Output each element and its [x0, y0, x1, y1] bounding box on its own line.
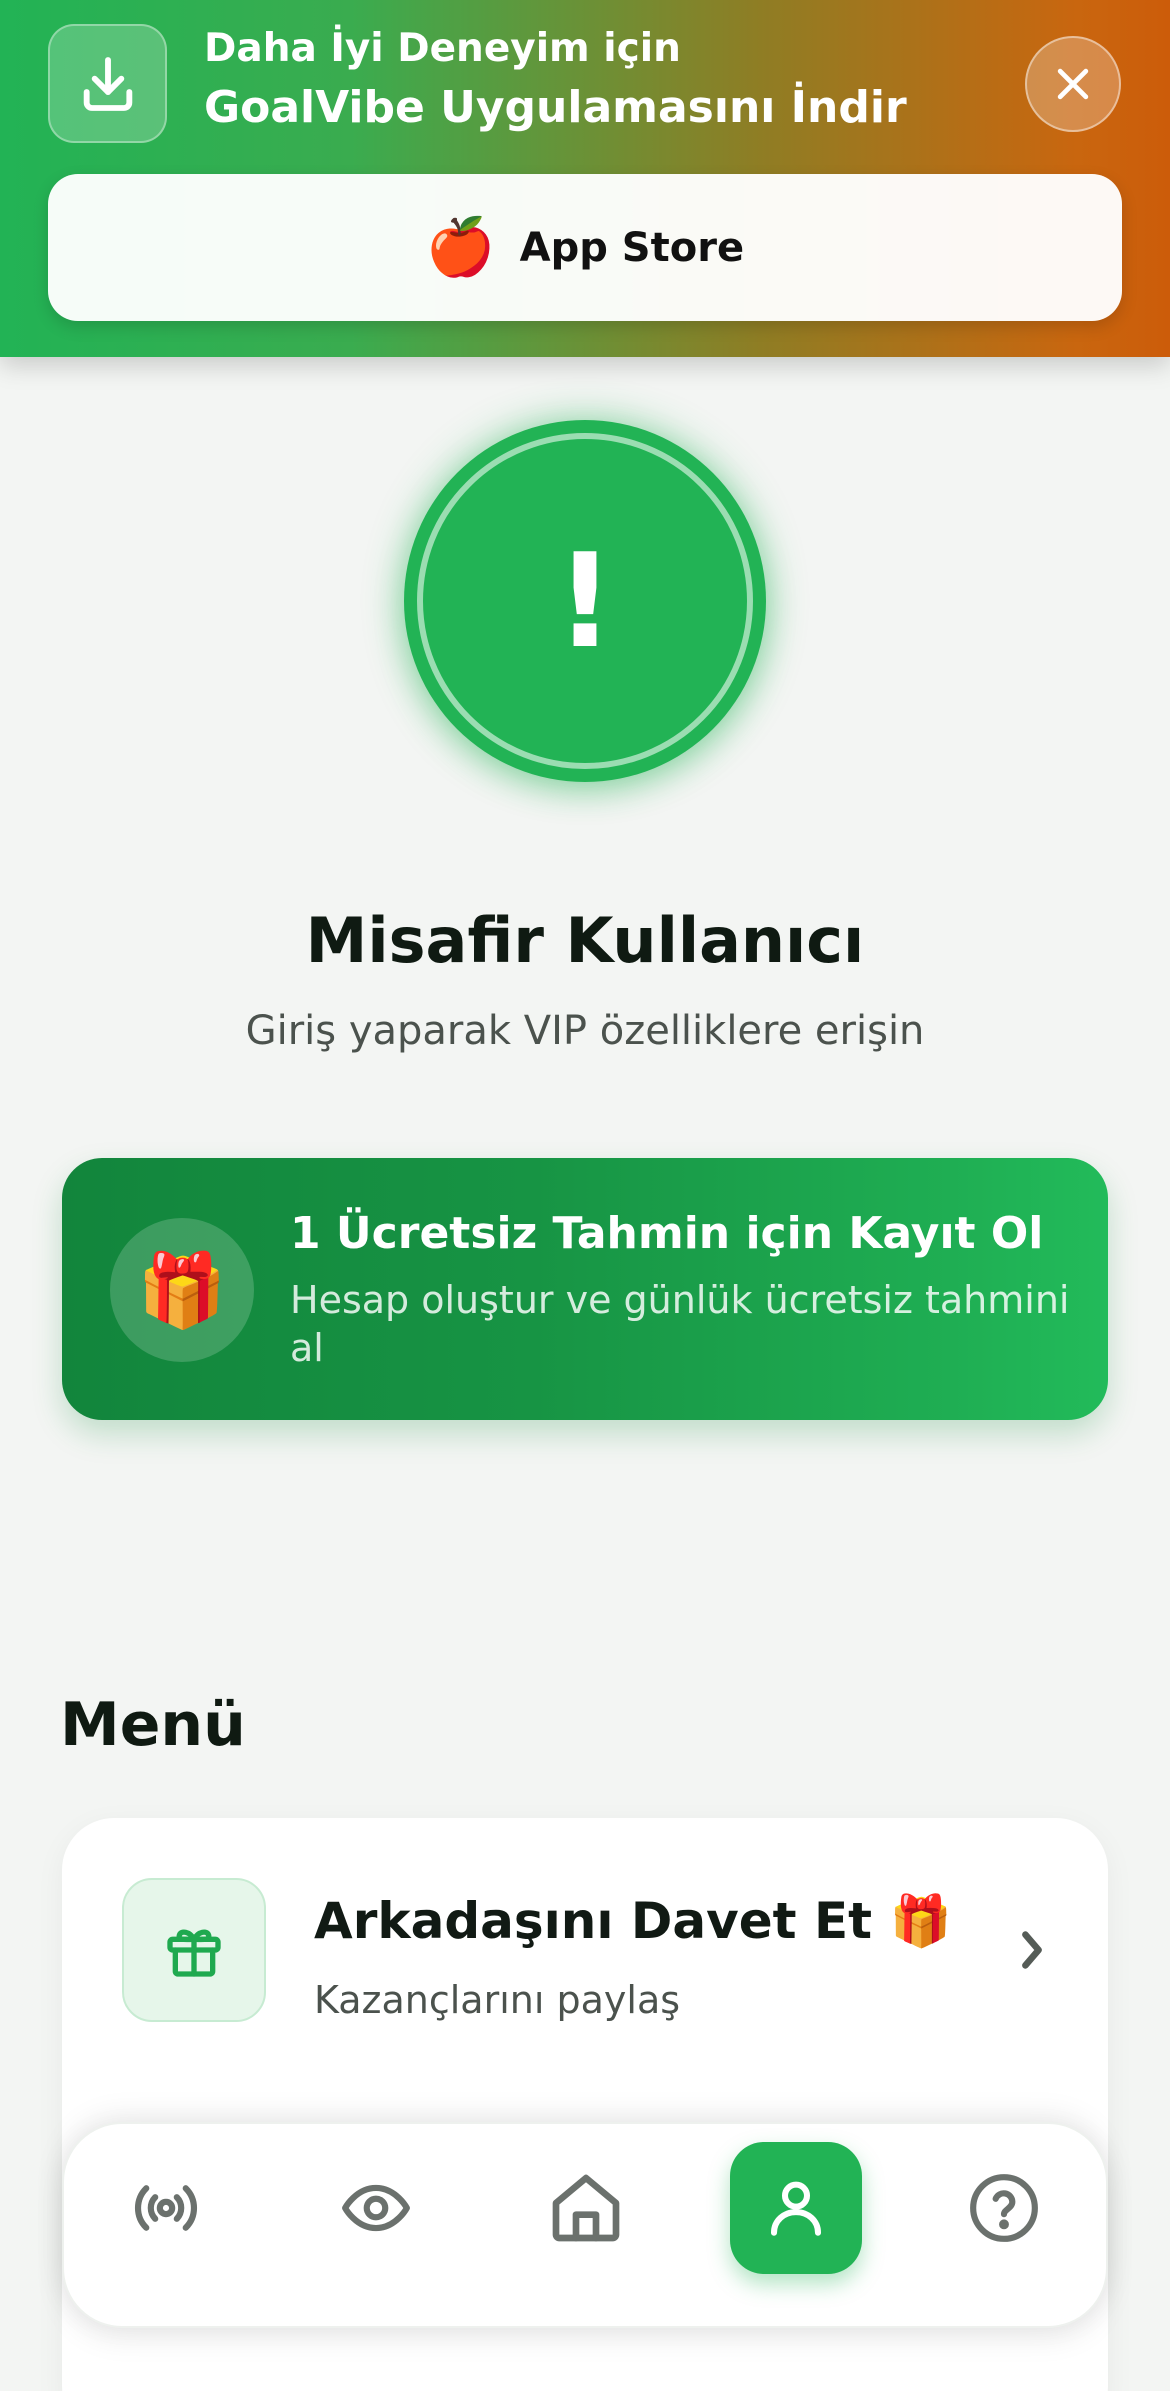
nav-home[interactable]: [520, 2142, 652, 2274]
close-banner-button[interactable]: [1025, 36, 1121, 132]
app-store-button[interactable]: 🍎 App Store: [48, 174, 1122, 321]
app-store-label: App Store: [519, 224, 745, 271]
exclamation-icon: !: [555, 525, 615, 677]
live-broadcast-icon: [135, 2185, 197, 2231]
avatar: !: [404, 420, 766, 782]
gift-icon: [122, 1878, 266, 2022]
home-icon: [552, 2174, 620, 2242]
promo-subtitle: Hesap oluştur ve günlük ücretsiz tahmini…: [290, 1278, 1070, 1370]
gift-icon: 🎁: [110, 1218, 254, 1362]
menu-item-invite-friend[interactable]: Arkadaşını Davet Et 🎁 Kazançlarını payla…: [62, 1818, 1108, 2088]
banner-subtitle: Daha İyi Deneyim için: [204, 26, 681, 71]
bottom-navigation: [62, 2122, 1108, 2328]
download-icon: [48, 24, 167, 143]
chevron-right-icon: [1012, 1920, 1052, 1980]
user-subtitle: Giriş yaparak VIP özelliklere erişin: [245, 1008, 925, 1054]
close-icon: [1057, 68, 1089, 100]
apple-icon: 🍎: [425, 214, 496, 280]
promo-title: 1 Ücretsiz Tahmin için Kayıt Ol: [290, 1208, 1044, 1259]
menu-item-subtitle: Kazançlarını paylaş: [314, 1978, 681, 2022]
signup-promo-card[interactable]: 🎁 1 Ücretsiz Tahmin için Kayıt Ol Hesap …: [62, 1158, 1108, 1420]
app-download-banner: Daha İyi Deneyim için GoalVibe Uygulamas…: [0, 0, 1170, 357]
banner-title: GoalVibe Uygulamasını İndir: [204, 82, 907, 133]
nav-live[interactable]: [100, 2142, 232, 2274]
nav-watch[interactable]: [310, 2142, 442, 2274]
help-icon: [970, 2174, 1038, 2242]
menu-heading: Menü: [60, 1690, 246, 1760]
eye-icon: [342, 2184, 410, 2232]
user-name: Misafir Kullanıcı: [305, 904, 865, 977]
menu-item-title: Arkadaşını Davet Et 🎁: [314, 1892, 952, 1950]
nav-help[interactable]: [938, 2142, 1070, 2274]
user-icon: [770, 2181, 822, 2236]
nav-profile[interactable]: [730, 2142, 862, 2274]
